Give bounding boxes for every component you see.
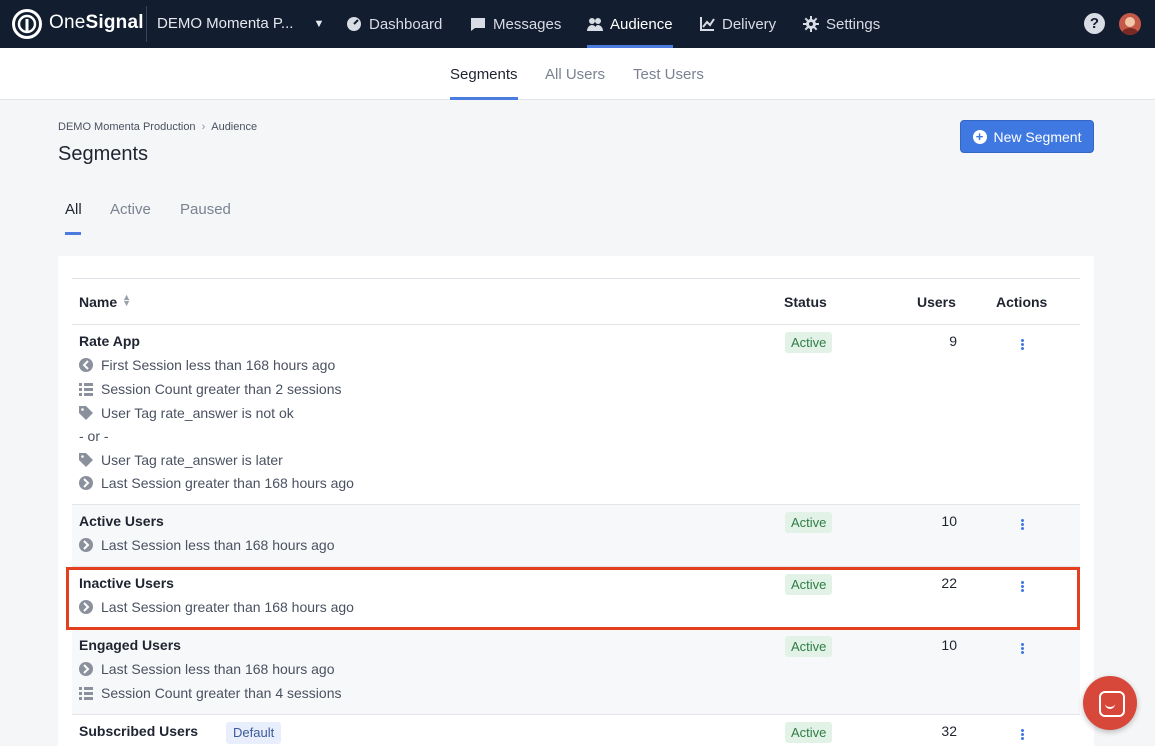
segment-name[interactable]: Rate App — [79, 333, 140, 349]
more-actions-icon[interactable] — [1018, 729, 1026, 743]
column-header-users: Users — [917, 294, 956, 310]
nav-divider — [146, 6, 147, 42]
plus-circle-icon: + — [972, 129, 987, 144]
status-badge: Active — [785, 636, 833, 657]
table-header: Name ▲ ▼ Status Users Actions — [72, 278, 1080, 325]
messages-icon — [471, 18, 485, 31]
brand-name: OneSignal — [49, 12, 144, 33]
last-session-icon — [79, 662, 93, 676]
nav-item-audience[interactable]: Audience — [587, 0, 673, 48]
filter-tab-all[interactable]: All — [65, 201, 82, 235]
breadcrumb-current[interactable]: Audience — [211, 121, 257, 133]
user-count: 9 — [949, 333, 957, 349]
tag-icon — [79, 406, 93, 420]
segment-name[interactable]: Engaged Users — [79, 637, 181, 653]
first-session-icon — [79, 358, 93, 372]
segment-rule: Session Count greater than 2 sessions — [79, 381, 341, 397]
segment-rule: Last Session less than 168 hours ago — [79, 537, 335, 553]
segment-rule: First Session less than 168 hours ago — [79, 357, 335, 373]
user-count: 22 — [941, 575, 957, 591]
table-row[interactable]: Engaged Users Last Session less than 168… — [72, 629, 1080, 715]
nav-item-messages[interactable]: Messages — [470, 0, 561, 48]
segment-name[interactable]: Inactive Users — [79, 575, 174, 591]
chat-launcher-icon[interactable] — [1083, 676, 1137, 730]
chevron-right-icon: › — [201, 121, 206, 133]
default-badge: Default — [226, 722, 282, 744]
more-actions-icon[interactable] — [1018, 519, 1026, 533]
filter-tab-paused[interactable]: Paused — [180, 201, 231, 235]
more-actions-icon[interactable] — [1018, 581, 1026, 595]
status-badge: Active — [785, 722, 833, 743]
status-badge: Active — [785, 512, 833, 533]
segment-rule: Last Session greater than 168 hours ago — [79, 599, 354, 615]
segment-name[interactable]: Subscribed Users — [79, 723, 198, 739]
user-count: 10 — [941, 513, 957, 529]
segment-rule: User Tag rate_answer is later — [79, 452, 283, 468]
avatar[interactable] — [1119, 13, 1141, 35]
user-count: 10 — [941, 637, 957, 653]
nav-item-delivery[interactable]: Delivery — [699, 0, 776, 48]
table-row[interactable]: Subscribed Users Default Active 32 — [72, 715, 1080, 746]
app-selector-value: DEMO Momenta P... — [157, 15, 294, 32]
breadcrumb: DEMO Momenta Production › Audience — [58, 121, 257, 133]
top-nav: OneSignal DEMO Momenta P... ▼ Dashboard … — [0, 0, 1155, 48]
new-segment-button[interactable]: + New Segment — [960, 120, 1094, 153]
app-selector[interactable]: DEMO Momenta P... ▼ — [157, 15, 324, 32]
table-row[interactable]: Rate App First Session less than 168 hou… — [72, 325, 1080, 505]
segment-rule: User Tag rate_answer is not ok — [79, 405, 294, 421]
last-session-icon — [79, 538, 93, 552]
status-badge: Active — [785, 574, 833, 595]
tab-segments[interactable]: Segments — [450, 66, 518, 100]
column-header-actions: Actions — [996, 294, 1048, 310]
column-header-status: Status — [784, 294, 827, 310]
segment-rule: Last Session greater than 168 hours ago — [79, 475, 354, 491]
tab-all-users[interactable]: All Users — [545, 66, 605, 100]
nav-item-dashboard[interactable]: Dashboard — [346, 0, 442, 48]
breadcrumb-root[interactable]: DEMO Momenta Production — [58, 121, 196, 133]
tab-test-users[interactable]: Test Users — [633, 66, 704, 100]
last-session-icon — [79, 476, 93, 490]
last-session-icon — [79, 600, 93, 614]
more-actions-icon[interactable] — [1018, 339, 1026, 353]
table-row[interactable]: Inactive Users Last Session greater than… — [72, 567, 1080, 629]
filter-tab-active[interactable]: Active — [110, 201, 151, 235]
caret-down-icon: ▼ — [313, 17, 325, 30]
gear-icon — [803, 16, 819, 32]
list-icon — [79, 687, 93, 700]
onesignal-logo-icon[interactable] — [12, 9, 42, 39]
sub-nav: Segments All Users Test Users — [0, 48, 1155, 100]
delivery-icon — [700, 17, 715, 31]
column-header-name[interactable]: Name ▲ ▼ — [79, 293, 131, 311]
page-title: Segments — [58, 143, 149, 165]
list-icon — [79, 383, 93, 396]
status-badge: Active — [785, 332, 833, 353]
segment-rule: Session Count greater than 4 sessions — [79, 685, 341, 701]
user-count: 32 — [941, 723, 957, 739]
segment-name[interactable]: Active Users — [79, 513, 164, 529]
segments-table: Name ▲ ▼ Status Users Actions Rate App Fir… — [58, 256, 1094, 746]
table-row[interactable]: Active Users Last Session less than 168 … — [72, 505, 1080, 567]
segment-rule: Last Session less than 168 hours ago — [79, 661, 335, 677]
audience-icon — [587, 18, 603, 31]
sort-icon[interactable]: ▲ ▼ — [122, 293, 131, 308]
segment-rule-or: - or - — [79, 428, 109, 444]
tag-icon — [79, 453, 93, 467]
more-actions-icon[interactable] — [1018, 643, 1026, 657]
nav-item-settings[interactable]: Settings — [803, 0, 880, 48]
help-icon[interactable]: ? — [1084, 13, 1105, 34]
dashboard-icon — [347, 17, 361, 31]
